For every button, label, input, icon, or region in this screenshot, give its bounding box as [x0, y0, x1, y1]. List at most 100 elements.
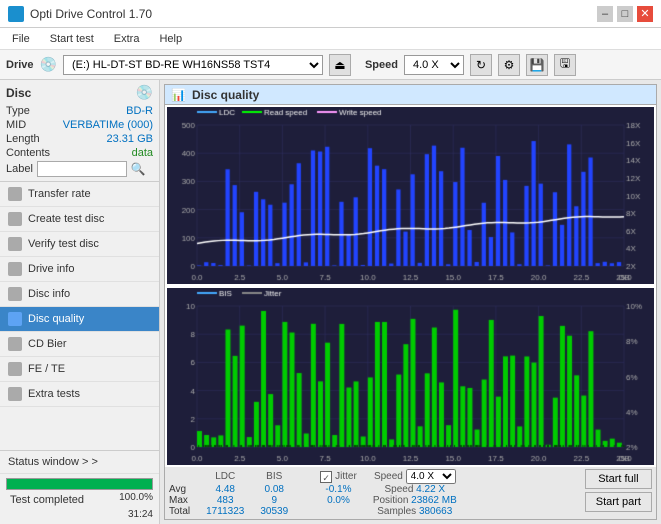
sidebar-item-transfer-rate[interactable]: Transfer rate [0, 182, 159, 207]
sidebar-label-transfer-rate: Transfer rate [28, 188, 91, 200]
action-buttons: Start full Start part [585, 469, 652, 512]
col-bis: BIS [252, 469, 296, 484]
sidebar-label-disc-quality: Disc quality [28, 313, 84, 325]
speed-selector[interactable]: 4.0 X [404, 55, 464, 75]
stats-table: LDC BIS ✓ Jitter Speed 4.0 X [169, 469, 465, 517]
speed-header: Speed [374, 471, 403, 482]
disc-quality-icon [8, 312, 22, 326]
sidebar-item-disc-quality[interactable]: Disc quality [0, 307, 159, 332]
progress-bar-container [6, 478, 153, 490]
disc-panel: Disc 💿 Type BD-R MID VERBATIMe (000) Len… [0, 80, 159, 182]
avg-bis: 0.08 [252, 484, 296, 495]
chart-panel-title: Disc quality [192, 88, 259, 102]
contents-label: Contents [6, 147, 50, 159]
col-jitter-header: ✓ Jitter [312, 469, 365, 484]
verify-test-disc-icon [8, 237, 22, 251]
disc-icon: 💿 [136, 84, 153, 101]
speed-val: 4.22 X [416, 484, 445, 495]
sidebar-label-create-test-disc: Create test disc [28, 213, 104, 225]
progress-percentage: 100.0% [119, 492, 153, 508]
settings-button[interactable]: ⚙ [498, 54, 520, 76]
extra-tests-icon [8, 387, 22, 401]
position-val: 23862 MB [411, 495, 457, 506]
samples-label: Samples [377, 506, 419, 517]
minimize-button[interactable]: – [597, 6, 613, 22]
content-area: 📊 Disc quality LDC BI [160, 80, 661, 524]
title-bar: Opti Drive Control 1.70 – □ ✕ [0, 0, 661, 28]
chart-panel: 📊 Disc quality LDC BI [164, 84, 657, 520]
bis-jitter-chart [167, 288, 654, 465]
cd-bier-icon [8, 337, 22, 351]
menu-bar: File Start test Extra Help [0, 28, 661, 50]
ldc-read-speed-chart [167, 107, 654, 284]
main-layout: Disc 💿 Type BD-R MID VERBATIMe (000) Len… [0, 80, 661, 524]
label-input[interactable] [37, 161, 127, 177]
max-jitter: 0.0% [312, 495, 365, 506]
status-window-button[interactable]: Status window > > [0, 451, 159, 474]
progress-bar-fill [7, 479, 152, 489]
type-value: BD-R [126, 105, 153, 117]
save-button[interactable]: 🖫 [554, 54, 576, 76]
speed-label: Speed [365, 59, 398, 71]
speed-label-s: Speed [384, 484, 416, 495]
drive-selector[interactable]: (E:) HL-DT-ST BD-RE WH16NS58 TST4 [63, 55, 323, 75]
type-label: Type [6, 105, 30, 117]
sidebar-item-cd-bier[interactable]: CD Bier [0, 332, 159, 357]
sidebar-label-drive-info: Drive info [28, 263, 74, 275]
start-full-button[interactable]: Start full [585, 469, 652, 489]
samples-val: 380663 [419, 506, 452, 517]
nav-items: Transfer rate Create test disc Verify te… [0, 182, 159, 407]
label-search-icon[interactable]: 🔍 [131, 162, 146, 176]
sidebar-label-cd-bier: CD Bier [28, 338, 67, 350]
label-label: Label [6, 163, 33, 175]
sidebar-label-disc-info: Disc info [28, 288, 70, 300]
fe-te-icon [8, 362, 22, 376]
menu-extra[interactable]: Extra [110, 31, 144, 47]
chart-panel-header: 📊 Disc quality [165, 85, 656, 105]
menu-start-test[interactable]: Start test [46, 31, 98, 47]
maximize-button[interactable]: □ [617, 6, 633, 22]
drive-label: Drive [6, 59, 34, 71]
speed-quality-selector[interactable]: 4.0 X [406, 469, 456, 484]
jitter-label: Jitter [335, 471, 357, 482]
progress-section: Test completed 100.0% 31:24 [0, 474, 159, 524]
chart-panel-icon: 📊 [171, 88, 186, 102]
sidebar-item-fe-te[interactable]: FE / TE [0, 357, 159, 382]
jitter-checkbox[interactable]: ✓ [320, 471, 332, 483]
contents-value: data [132, 147, 153, 159]
start-part-button[interactable]: Start part [585, 492, 652, 512]
sidebar-item-create-test-disc[interactable]: Create test disc [0, 207, 159, 232]
elapsed-time: 31:24 [128, 509, 153, 520]
menu-help[interactable]: Help [155, 31, 186, 47]
menu-file[interactable]: File [8, 31, 34, 47]
avg-jitter: -0.1% [312, 484, 365, 495]
sidebar-label-verify-test-disc: Verify test disc [28, 238, 99, 250]
total-label: Total [169, 506, 198, 517]
refresh-button[interactable]: ↻ [470, 54, 492, 76]
sidebar-item-verify-test-disc[interactable]: Verify test disc [0, 232, 159, 257]
app-logo [8, 6, 24, 22]
disc-button[interactable]: 💾 [526, 54, 548, 76]
close-button[interactable]: ✕ [637, 6, 653, 22]
disc-info-icon [8, 287, 22, 301]
sidebar-item-extra-tests[interactable]: Extra tests [0, 382, 159, 407]
sidebar-label-fe-te: FE / TE [28, 363, 65, 375]
total-bis: 30539 [252, 506, 296, 517]
sidebar-item-disc-info[interactable]: Disc info [0, 282, 159, 307]
status-bar-left: Status window > > Test completed 100.0% … [0, 450, 159, 524]
mid-label: MID [6, 119, 26, 131]
drive-icon: 💿 [40, 56, 57, 73]
col-speed-header: Speed 4.0 X [365, 469, 465, 484]
position-label: Position [373, 495, 411, 506]
eject-button[interactable]: ⏏ [329, 54, 351, 76]
sidebar-item-drive-info[interactable]: Drive info [0, 257, 159, 282]
status-window-label: Status window > > [8, 456, 98, 468]
sidebar-label-extra-tests: Extra tests [28, 388, 80, 400]
max-ldc: 483 [198, 495, 252, 506]
create-test-disc-icon [8, 212, 22, 226]
avg-ldc: 4.48 [198, 484, 252, 495]
avg-label: Avg [169, 484, 198, 495]
transfer-rate-icon [8, 187, 22, 201]
status-text: Test completed [6, 492, 88, 508]
max-label: Max [169, 495, 198, 506]
